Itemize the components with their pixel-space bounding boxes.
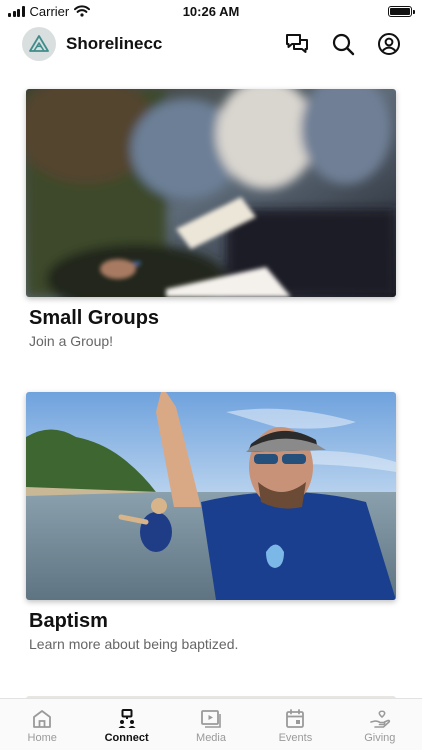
header-actions [284, 31, 402, 57]
connect-icon [118, 709, 136, 728]
card-title: Baptism [29, 610, 108, 632]
tab-label: Giving [364, 732, 396, 744]
status-bar: Carrier 10:26 AM [0, 0, 422, 22]
tab-label: Events [278, 732, 313, 744]
tab-label: Home [27, 732, 57, 744]
card-small-groups[interactable]: Small Groups Join a Group! [26, 89, 396, 349]
card-baptism[interactable]: Baptism Learn more about being baptized. [26, 392, 396, 652]
signal-icon [8, 5, 25, 17]
small-groups-photo[interactable] [26, 89, 396, 297]
tab-media[interactable]: Media [169, 699, 253, 750]
search-icon[interactable] [330, 31, 356, 57]
logo-icon[interactable] [22, 27, 56, 61]
home-icon [33, 710, 52, 728]
tab-connect[interactable]: Connect [84, 699, 168, 750]
giving-icon [370, 710, 390, 728]
wifi-icon [74, 5, 91, 17]
card-subtitle: Learn more about being baptized. [29, 636, 239, 652]
battery-icon [388, 5, 415, 17]
media-icon [201, 710, 221, 728]
app-header: Shorelinecc [0, 22, 422, 66]
app-name: Shorelinecc [66, 34, 163, 53]
chat-icon[interactable] [284, 31, 310, 57]
baptism-photo[interactable] [26, 392, 396, 600]
profile-icon[interactable] [376, 31, 402, 57]
status-left: Carrier [8, 3, 91, 19]
tab-label: Media [196, 732, 226, 744]
connect-feed[interactable]: Small Groups Join a Group! Baptism Learn… [0, 66, 422, 698]
tab-giving[interactable]: Giving [338, 699, 422, 750]
calendar-icon [286, 709, 305, 728]
tab-events[interactable]: Events [253, 699, 337, 750]
carrier-label: Carrier [29, 3, 70, 19]
tab-home[interactable]: Home [0, 699, 84, 750]
battery-level [390, 7, 410, 15]
card-title: Small Groups [29, 307, 160, 329]
tab-label: Connect [104, 732, 149, 744]
card-subtitle: Join a Group! [29, 333, 114, 349]
tab-bar: Home Connect Media Events Giving [0, 698, 422, 750]
